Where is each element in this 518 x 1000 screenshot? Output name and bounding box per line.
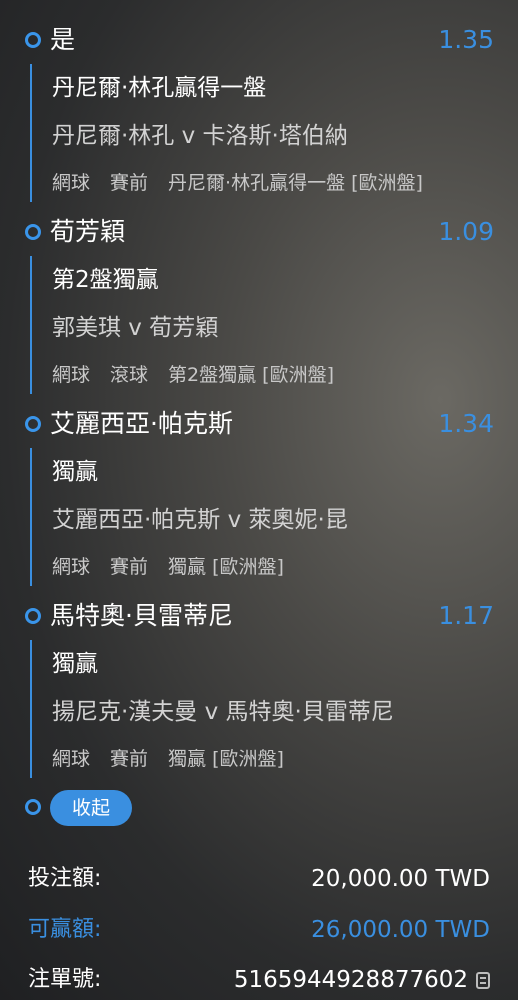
- collapse-row: 收起: [0, 788, 518, 828]
- selection-meta: 網球 賽前 丹尼爾·林孔贏得一盤 [歐洲盤]: [52, 168, 443, 195]
- meta-sport: 網球: [52, 748, 91, 770]
- selection-header: 馬特奧·貝雷蒂尼 1.17: [0, 596, 518, 636]
- meta-stage: 滾球: [110, 364, 149, 386]
- selection-header: 荀芳穎 1.09: [0, 212, 518, 252]
- meta-sport: 網球: [52, 172, 91, 194]
- meta-sport: 網球: [52, 556, 91, 578]
- selection-pick: 荀芳穎: [50, 217, 126, 246]
- radio-dot-icon: [25, 608, 41, 624]
- selection-market: 丹尼爾·林孔贏得一盤: [52, 75, 267, 101]
- selection-market: 獨贏: [52, 651, 98, 677]
- selection-market: 第2盤獨贏: [52, 267, 159, 293]
- ticket-number: 5165944928877602: [233, 967, 468, 993]
- copy-icon[interactable]: [476, 972, 490, 989]
- selection-header: 是 1.35: [0, 20, 518, 60]
- selection-pick: 馬特奧·貝雷蒂尼: [50, 601, 233, 630]
- meta-sport: 網球: [52, 364, 91, 386]
- selection-pick: 是: [50, 25, 76, 54]
- selection-divider: [30, 640, 32, 778]
- selection-odds: 1.34: [438, 409, 494, 438]
- potential-win-value: 26,000.00 TWD: [311, 917, 490, 943]
- selection-odds: 1.09: [438, 217, 494, 246]
- meta-market: 獨贏 [歐洲盤]: [168, 748, 284, 770]
- selection-divider: [30, 64, 32, 202]
- ticket-row: 注單號: 5165944928877602: [0, 960, 518, 1000]
- ticket-value-wrap: 5165944928877602: [234, 960, 490, 1000]
- selection-market: 獨贏: [52, 459, 98, 485]
- ticket-label: 注單號:: [28, 967, 102, 992]
- potential-win-row: 可贏額: 26,000.00 TWD: [0, 910, 518, 950]
- selection-divider: [30, 448, 32, 586]
- selection-divider: [30, 256, 32, 394]
- selection-event: 丹尼爾·林孔 v 卡洛斯·塔伯納: [52, 123, 348, 149]
- potential-win-label: 可贏額:: [28, 917, 102, 942]
- selection-meta: 網球 賽前 獨贏 [歐洲盤]: [52, 552, 304, 579]
- selection-event: 艾麗西亞·帕克斯 v 萊奧妮·昆: [52, 507, 348, 533]
- selection-meta: 網球 滾球 第2盤獨贏 [歐洲盤]: [52, 360, 354, 387]
- selection-event: 郭美琪 v 荀芳穎: [52, 315, 219, 341]
- selection-event: 揚尼克·漢夫曼 v 馬特奧·貝雷蒂尼: [52, 699, 394, 725]
- meta-stage: 賽前: [110, 556, 149, 578]
- stake-value: 20,000.00 TWD: [311, 866, 490, 892]
- radio-dot-icon: [25, 224, 41, 240]
- stake-label: 投注額:: [28, 866, 102, 891]
- radio-dot-icon: [25, 32, 41, 48]
- meta-market: 獨贏 [歐洲盤]: [168, 556, 284, 578]
- stake-row: 投注額: 20,000.00 TWD: [0, 859, 518, 899]
- radio-dot-icon: [25, 416, 41, 432]
- selection-odds: 1.17: [438, 601, 494, 630]
- meta-stage: 賽前: [110, 748, 149, 770]
- meta-stage: 賽前: [110, 172, 149, 194]
- selection-meta: 網球 賽前 獨贏 [歐洲盤]: [52, 744, 304, 771]
- radio-dot-icon: [25, 799, 41, 815]
- meta-market: 丹尼爾·林孔贏得一盤 [歐洲盤]: [168, 172, 423, 194]
- meta-market: 第2盤獨贏 [歐洲盤]: [168, 364, 334, 386]
- collapse-button[interactable]: 收起: [50, 790, 132, 826]
- selection-odds: 1.35: [438, 25, 494, 54]
- selection-pick: 艾麗西亞·帕克斯: [50, 409, 233, 438]
- selection-header: 艾麗西亞·帕克斯 1.34: [0, 404, 518, 444]
